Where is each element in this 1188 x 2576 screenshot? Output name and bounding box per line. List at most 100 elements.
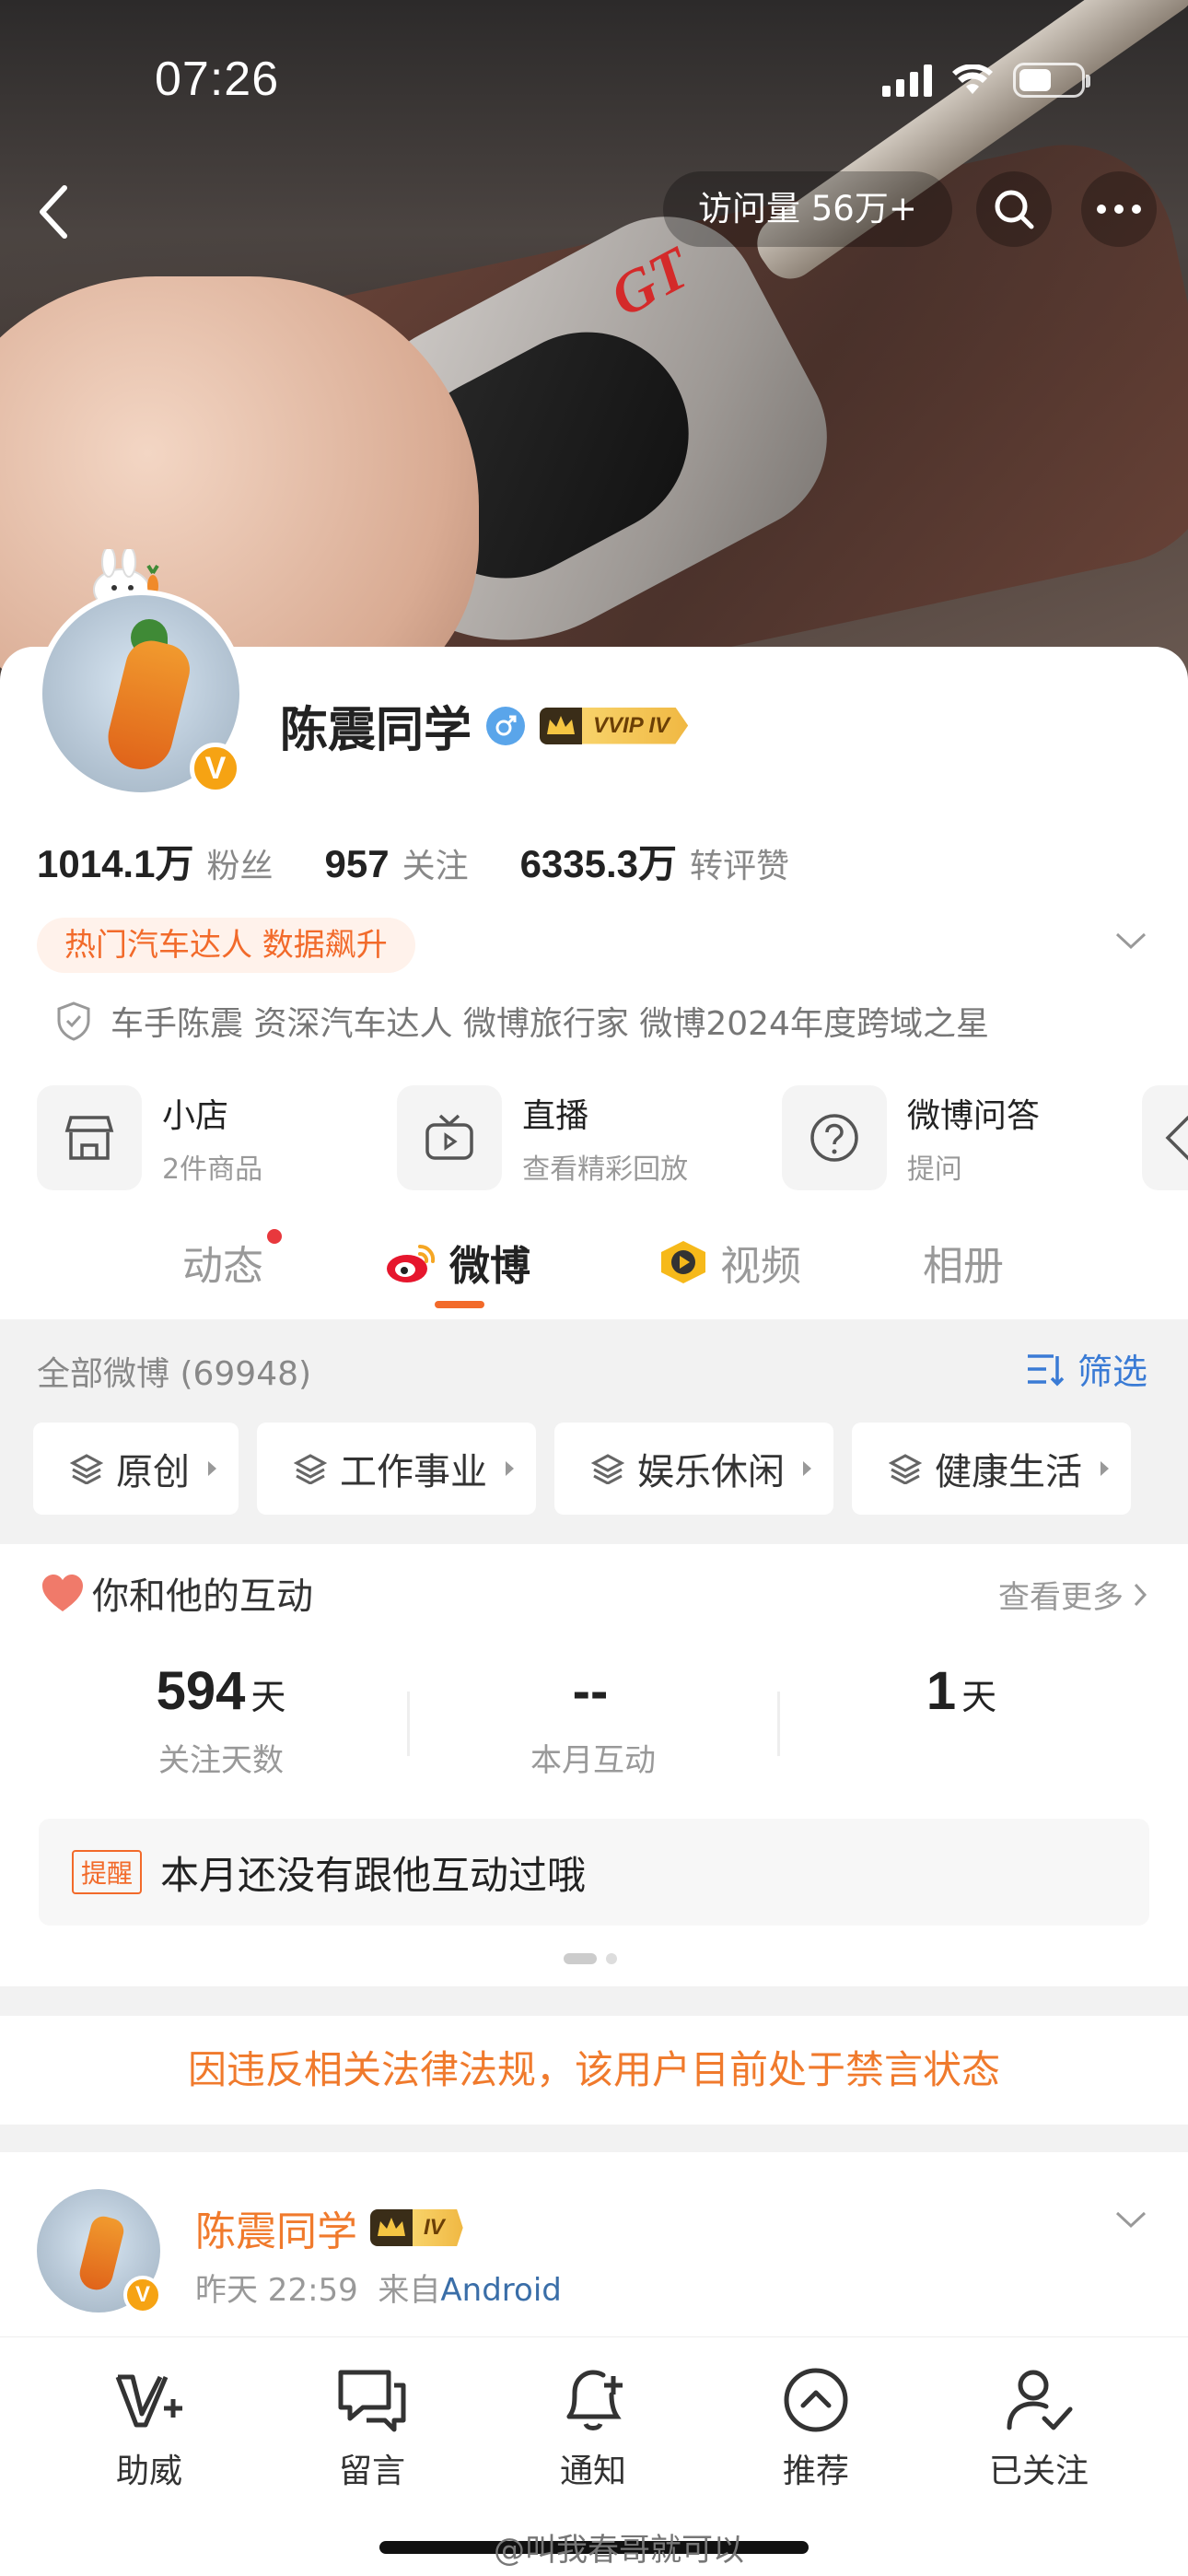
filter-icon: [1027, 1353, 1065, 1386]
ban-notice: 因违反相关法律法规，该用户目前处于禁言状态: [0, 2016, 1188, 2125]
verified-badge-icon: V: [190, 743, 241, 794]
fans-label[interactable]: 粉丝: [206, 839, 273, 887]
likes-label: 转评赞: [690, 848, 790, 885]
profile-tabs: 动态 微博 视频 相册: [0, 1216, 1188, 1308]
recommend-icon: [724, 2363, 908, 2437]
heart-icon: [42, 1575, 83, 1611]
status-time: 07:26: [155, 53, 280, 106]
watermark: @叫我春哥就可以: [494, 2532, 744, 2569]
service-sub: 提问: [906, 1153, 962, 1186]
service-qa[interactable]: 微博问答 提问: [781, 1085, 1142, 1190]
fans-count[interactable]: 1014.1万: [37, 833, 193, 889]
likes-count: 6335.3万: [519, 842, 678, 885]
cheer-button[interactable]: 助威: [57, 2363, 241, 2492]
service-row: 小店 2件商品 直播 查看精彩回放 微博问答 提问: [37, 1085, 1188, 1190]
verified-badge-icon: V: [123, 2276, 162, 2314]
crown-icon: [370, 2209, 413, 2246]
unread-dot: [267, 1229, 282, 1244]
chevron-right-icon: [1134, 1583, 1147, 1606]
follow-days-stat: 594 天 关注天数: [156, 1661, 286, 1779]
video-icon: [661, 1241, 705, 1283]
certification-row[interactable]: 车手陈震 资深汽车达人 微博旅行家 微博2024年度跨域之星: [55, 997, 989, 1045]
bell-icon: [501, 2363, 685, 2437]
vip-badge: IV: [370, 2209, 463, 2246]
recommend-button[interactable]: 推荐: [724, 2363, 908, 2492]
post-source[interactable]: Android: [440, 2272, 561, 2309]
question-icon: [781, 1085, 887, 1190]
tab-video[interactable]: 视频: [658, 1233, 801, 1292]
signal-icon: [882, 64, 932, 97]
chevron-down-icon: [1115, 932, 1147, 950]
active-tab-indicator: [435, 1301, 484, 1308]
service-title: 小店: [162, 1097, 229, 1135]
weibo-logo-icon: [387, 1244, 436, 1282]
interaction-title: 你和他的互动: [41, 1566, 313, 1620]
battery-icon: [1013, 63, 1090, 98]
notify-button[interactable]: 通知: [501, 2363, 685, 2492]
see-more-link[interactable]: 查看更多: [998, 1572, 1147, 1617]
tab-album[interactable]: 相册: [923, 1233, 1004, 1292]
cheer-icon: [57, 2363, 241, 2437]
service-sub: 2件商品: [162, 1153, 263, 1186]
page-indicator: [564, 1953, 617, 1964]
layers-icon: [889, 1454, 922, 1484]
profile-stats: 1014.1万 粉丝 957 关注 6335.3万 转评赞: [37, 833, 841, 889]
visit-count-pill[interactable]: 访问量 56万+: [663, 171, 952, 247]
reminder-tag: 提醒: [72, 1850, 143, 1894]
hot-tag[interactable]: 热门汽车达人 数据飙升: [37, 918, 415, 973]
crown-icon: [540, 707, 583, 744]
reminder-text: 本月还没有跟他互动过哦: [160, 1852, 587, 1898]
vvip-badge[interactable]: VVIP IV: [540, 707, 689, 744]
reminder-banner[interactable]: 提醒 本月还没有跟他互动过哦: [39, 1819, 1149, 1926]
interaction-card: 你和他的互动 查看更多 594 天 关注天数 -- 本月互动 1天 提醒 本月还没…: [0, 1544, 1188, 1986]
layers-icon: [294, 1454, 327, 1484]
more-dots-icon: [1097, 205, 1141, 214]
followed-icon: [947, 2363, 1131, 2437]
service-sub: 查看精彩回放: [522, 1153, 689, 1186]
layers-icon: [70, 1454, 103, 1484]
post-count-title: 全部微博 (69948): [37, 1355, 312, 1393]
more-button[interactable]: [1081, 171, 1157, 247]
service-store[interactable]: 小店 2件商品: [37, 1085, 397, 1190]
store-icon: [37, 1085, 142, 1190]
tab-video-label: 视频: [720, 1243, 801, 1290]
chevron-down-icon: [1115, 2211, 1147, 2229]
tv-icon: [397, 1085, 503, 1190]
search-button[interactable]: [976, 171, 1052, 247]
following-label[interactable]: 关注: [402, 839, 469, 887]
following-count[interactable]: 957: [324, 842, 389, 886]
filter-button[interactable]: 筛选: [1026, 1343, 1147, 1394]
chip-health[interactable]: 健康生活: [852, 1423, 1131, 1515]
message-icon: [280, 2363, 464, 2437]
chip-entertainment[interactable]: 娱乐休闲: [554, 1423, 833, 1515]
chip-work[interactable]: 工作事业: [257, 1423, 536, 1515]
tag-icon: [1142, 1085, 1188, 1190]
filter-section: 全部微博 (69948) 筛选 原创 工作事业 娱乐休闲 健康生活: [0, 1319, 1188, 1540]
tab-weibo[interactable]: 微博: [383, 1233, 530, 1292]
male-icon: [486, 706, 526, 745]
message-button[interactable]: 留言: [280, 2363, 464, 2492]
service-more[interactable]: [1142, 1085, 1188, 1190]
layers-icon: [591, 1454, 624, 1484]
back-button[interactable]: [26, 175, 81, 249]
category-chips: 原创 工作事业 娱乐休闲 健康生活: [33, 1423, 1131, 1515]
tab-weibo-label: 微博: [449, 1243, 530, 1290]
certification-text: 车手陈震 资深汽车达人 微博旅行家 微博2024年度跨域之星: [111, 1005, 989, 1043]
followed-button[interactable]: 已关注: [947, 2363, 1131, 2492]
tab-dynamics[interactable]: 动态: [182, 1233, 263, 1292]
expand-button[interactable]: [1114, 931, 1147, 954]
search-icon: [995, 190, 1034, 229]
service-live[interactable]: 直播 查看精彩回放: [397, 1085, 782, 1190]
post-header[interactable]: V 陈震同学 IV 昨天 22:59 来自Android: [0, 2152, 1188, 2336]
post-menu-button[interactable]: [1114, 2209, 1147, 2233]
service-title: 直播: [522, 1097, 589, 1135]
status-icons: [882, 63, 1090, 98]
chip-original[interactable]: 原创: [33, 1423, 239, 1515]
shield-icon: [57, 1001, 90, 1041]
monthly-interaction-stat: -- 本月互动: [530, 1661, 656, 1779]
wifi-icon: [952, 64, 993, 94]
avatar[interactable]: V: [37, 590, 249, 802]
user-name: 陈震同学: [280, 703, 472, 758]
service-title: 微博问答: [906, 1097, 1040, 1135]
post-author[interactable]: 陈震同学 IV: [195, 2198, 463, 2257]
